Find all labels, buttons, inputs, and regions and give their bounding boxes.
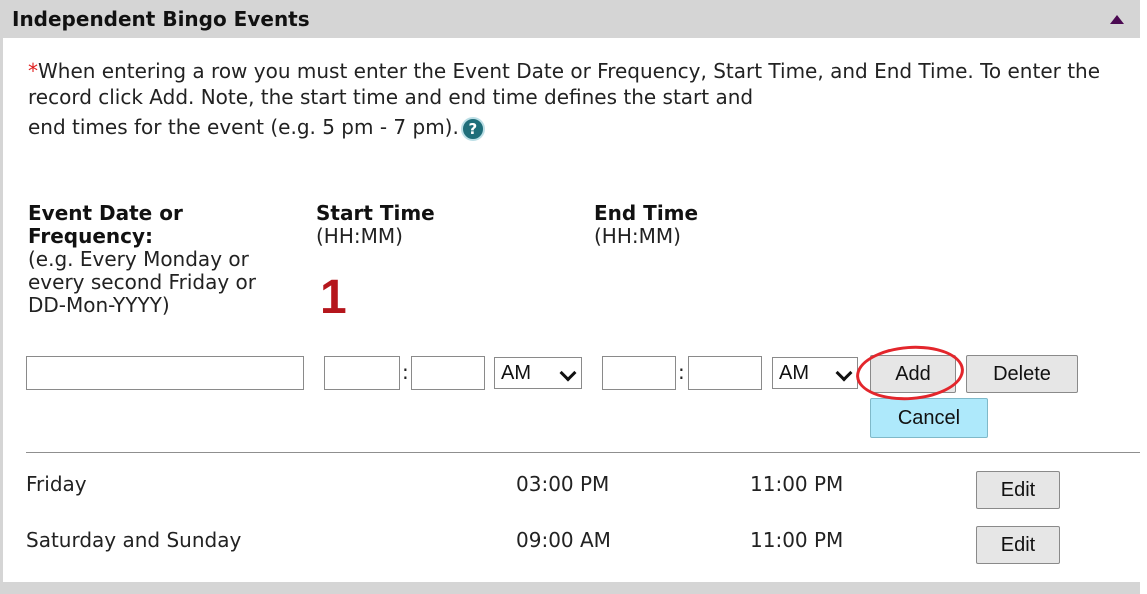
event-date-title-1: Event Date or [28, 201, 183, 225]
cancel-button[interactable]: Cancel [870, 398, 988, 438]
add-button[interactable]: Add [870, 355, 956, 393]
divider [26, 452, 1140, 453]
row-end-time: 11:00 PM [750, 472, 844, 496]
start-time-title: Start Time [316, 201, 435, 225]
panel-title: Independent Bingo Events [12, 7, 310, 31]
start-minute-input[interactable] [411, 356, 485, 390]
end-time-header: End Time (HH:MM) [594, 202, 698, 248]
start-ampm-value: AM [501, 362, 531, 384]
start-time-format: (HH:MM) [316, 224, 403, 248]
event-date-input[interactable] [26, 356, 304, 390]
end-ampm-select[interactable]: AM [772, 357, 858, 389]
event-date-title-2: Frequency: [28, 224, 154, 248]
event-date-hint-2: every second Friday or [28, 270, 256, 294]
instructions-example: end times for the event (e.g. 5 pm - 7 p… [28, 115, 459, 139]
panel-header: Independent Bingo Events [0, 0, 1140, 38]
row-start-time: 09:00 AM [516, 528, 611, 552]
help-icon[interactable]: ? [460, 116, 485, 141]
panel-footer [0, 582, 1140, 594]
row-end-time: 11:00 PM [750, 528, 844, 552]
event-date-header: Event Date or Frequency: (e.g. Every Mon… [28, 202, 256, 317]
edit-button[interactable]: Edit [976, 526, 1060, 564]
end-time-format: (HH:MM) [594, 224, 681, 248]
end-ampm-value: AM [779, 362, 809, 384]
instructions: *When entering a row you must enter the … [28, 58, 1128, 141]
panel-left-border [0, 38, 3, 594]
row-event: Saturday and Sunday [26, 528, 242, 552]
chevron-down-icon [559, 364, 577, 382]
start-time-header: Start Time (HH:MM) [316, 202, 435, 248]
start-time-colon: : [402, 360, 409, 384]
row-event: Friday [26, 472, 87, 496]
required-asterisk: * [28, 59, 38, 83]
end-time-colon: : [678, 360, 685, 384]
row-start-time: 03:00 PM [516, 472, 610, 496]
end-hour-input[interactable] [602, 356, 676, 390]
start-ampm-select[interactable]: AM [494, 357, 582, 389]
end-time-title: End Time [594, 201, 699, 225]
chevron-down-icon [835, 364, 853, 382]
collapse-icon[interactable] [1110, 15, 1124, 24]
instructions-text: When entering a row you must enter the E… [28, 59, 1101, 109]
start-hour-input[interactable] [324, 356, 400, 390]
annotation-number: 1 [320, 271, 347, 324]
edit-button[interactable]: Edit [976, 471, 1060, 509]
event-date-hint-1: (e.g. Every Monday or [28, 247, 249, 271]
delete-button[interactable]: Delete [966, 355, 1078, 393]
event-date-hint-3: DD-Mon-YYYY) [28, 293, 170, 317]
instructions-line3: end times for the event (e.g. 5 pm - 7 p… [28, 114, 1128, 141]
end-minute-input[interactable] [688, 356, 762, 390]
